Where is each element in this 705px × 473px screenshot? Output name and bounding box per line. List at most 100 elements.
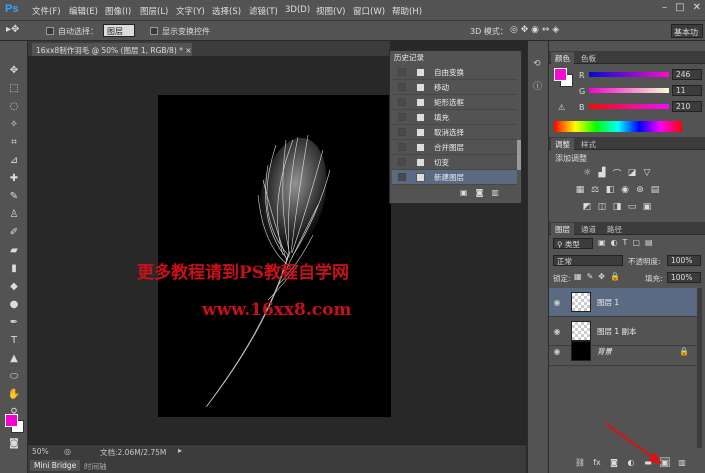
- history-item-selected[interactable]: 新建图层: [392, 170, 517, 185]
- brightness-icon[interactable]: ☼: [582, 168, 592, 178]
- blur-icon[interactable]: ◆: [4, 279, 24, 293]
- lasso-icon[interactable]: ◌: [4, 99, 24, 113]
- menu-file[interactable]: 文件(F): [32, 5, 61, 17]
- shape-icon[interactable]: ⬭: [4, 369, 24, 383]
- history-item[interactable]: 取消选择: [392, 125, 517, 140]
- menu-image[interactable]: 图像(I): [105, 5, 131, 17]
- color-spectrum[interactable]: [554, 121, 682, 132]
- b-slider[interactable]: [589, 104, 669, 109]
- b-value[interactable]: 210: [672, 101, 702, 112]
- eye-icon[interactable]: ◉: [549, 298, 565, 307]
- dodge-icon[interactable]: ●: [4, 297, 24, 311]
- exposure-icon[interactable]: ◪: [627, 168, 637, 178]
- tab-layers[interactable]: 图层: [551, 223, 574, 236]
- type-icon[interactable]: T: [4, 333, 24, 347]
- fill-input[interactable]: 100%: [667, 272, 701, 283]
- healing-icon[interactable]: ✚: [4, 171, 24, 185]
- quick-mask-icon[interactable]: ◙: [4, 436, 24, 450]
- layer-row-selected[interactable]: ◉ 图层 1: [549, 288, 697, 317]
- menu-edit[interactable]: 编辑(E): [69, 5, 98, 17]
- posterize-icon[interactable]: ◫: [597, 202, 607, 212]
- history-brush-icon[interactable]: ✐: [4, 225, 24, 239]
- eye-icon[interactable]: ◉: [549, 347, 565, 356]
- minimize-icon[interactable]: –: [662, 2, 667, 18]
- blend-mode-dropdown[interactable]: 正常: [553, 255, 623, 266]
- channel-mixer-icon[interactable]: ⊛: [635, 185, 645, 195]
- tab-paths[interactable]: 路径: [603, 223, 626, 236]
- color-lookup-icon[interactable]: ▤: [650, 185, 660, 195]
- marquee-icon[interactable]: ⬚: [4, 81, 24, 95]
- photo-filter-icon[interactable]: ◉: [620, 185, 630, 195]
- color-balance-icon[interactable]: ⚖: [590, 185, 600, 195]
- gradient-icon[interactable]: ▮: [4, 261, 24, 275]
- menu-type[interactable]: 文字(Y): [176, 5, 205, 17]
- filter-type-icon[interactable]: T: [623, 238, 633, 247]
- info-dock-icon[interactable]: ⓘ: [533, 79, 542, 92]
- layer-filter-dropdown[interactable]: ⚲ 类型: [553, 238, 593, 249]
- link-layers-icon[interactable]: ⛓: [575, 457, 585, 467]
- layers-scrollbar[interactable]: [697, 288, 702, 448]
- warning-icon[interactable]: ⚠: [558, 103, 565, 112]
- move-tool-icon[interactable]: ▸✥: [6, 24, 19, 35]
- zoom-level[interactable]: 50%: [32, 447, 49, 456]
- bw-icon[interactable]: ◧: [605, 185, 615, 195]
- curves-icon[interactable]: ⌒: [612, 168, 622, 180]
- auto-select-checkbox[interactable]: [46, 27, 54, 35]
- move-icon[interactable]: ✥: [4, 63, 24, 77]
- workspace-button[interactable]: 基本功: [671, 24, 703, 38]
- document-canvas[interactable]: [158, 95, 391, 417]
- new-doc-icon[interactable]: ▣: [460, 188, 476, 197]
- hue-sat-icon[interactable]: ▦: [575, 185, 585, 195]
- filter-smart-icon[interactable]: ▤: [645, 238, 658, 247]
- invert-icon[interactable]: ◩: [582, 202, 592, 212]
- close-tab-icon[interactable]: ×: [185, 46, 191, 55]
- selective-color-icon[interactable]: ▣: [642, 202, 652, 212]
- magic-wand-icon[interactable]: ✧: [4, 117, 24, 131]
- info-icon[interactable]: ◎: [64, 447, 71, 456]
- hand-icon[interactable]: ✋: [4, 387, 24, 401]
- tab-channels[interactable]: 通道: [577, 223, 600, 236]
- 3d-tools-icon[interactable]: ◎ ✥ ◉ ⇔ ◈: [510, 25, 559, 35]
- r-slider[interactable]: [589, 72, 669, 77]
- tab-timeline[interactable]: 时间轴: [80, 460, 111, 473]
- filter-shape-icon[interactable]: ▢: [632, 238, 645, 247]
- close-icon[interactable]: ✕: [693, 2, 701, 18]
- maximize-icon[interactable]: □: [675, 2, 684, 18]
- menu-select[interactable]: 选择(S): [212, 5, 241, 17]
- lock-pixels-icon[interactable]: ▦: [574, 272, 587, 281]
- menu-view[interactable]: 视图(V): [316, 5, 345, 17]
- levels-icon[interactable]: ▟: [597, 168, 607, 178]
- filter-adjust-icon[interactable]: ◐: [611, 238, 623, 247]
- history-dock-icon[interactable]: ⟲: [533, 59, 541, 69]
- auto-select-dropdown[interactable]: 图层: [103, 24, 135, 37]
- gradient-map-icon[interactable]: ▭: [627, 202, 637, 212]
- path-select-icon[interactable]: ▲: [4, 351, 24, 365]
- history-item[interactable]: 填充: [392, 110, 517, 125]
- foreground-color-swatch[interactable]: [5, 414, 18, 427]
- history-item[interactable]: 自由变换: [392, 65, 517, 80]
- opacity-input[interactable]: 100%: [667, 255, 701, 266]
- threshold-icon[interactable]: ◨: [612, 202, 622, 212]
- g-value[interactable]: 11: [672, 85, 702, 96]
- r-value[interactable]: 246: [672, 69, 702, 80]
- camera-icon[interactable]: ◙: [476, 188, 492, 197]
- trash-icon[interactable]: ▥: [491, 188, 507, 197]
- layer-row[interactable]: ◉ 背景 🔒: [549, 337, 697, 366]
- menu-help[interactable]: 帮助(H): [392, 5, 422, 17]
- color-fg-swatch[interactable]: [554, 68, 567, 81]
- lock-all-icon[interactable]: 🔒: [610, 272, 625, 281]
- tab-adjustments[interactable]: 调整: [551, 138, 574, 151]
- history-item[interactable]: 矩形选框: [392, 95, 517, 110]
- g-slider[interactable]: [589, 88, 669, 93]
- menu-window[interactable]: 窗口(W): [353, 5, 385, 17]
- tab-swatches[interactable]: 色板: [577, 52, 600, 65]
- menu-filter[interactable]: 滤镜(T): [249, 5, 278, 17]
- filter-pixel-icon[interactable]: ▣: [598, 238, 611, 247]
- history-item[interactable]: 移动: [392, 80, 517, 95]
- delete-layer-icon[interactable]: ▥: [677, 457, 687, 467]
- history-item[interactable]: 切变: [392, 155, 517, 170]
- status-menu-icon[interactable]: ▸: [178, 446, 182, 455]
- eye-icon[interactable]: ◉: [549, 327, 565, 336]
- tab-styles[interactable]: 样式: [577, 138, 600, 151]
- vibrance-icon[interactable]: ▽: [642, 168, 652, 178]
